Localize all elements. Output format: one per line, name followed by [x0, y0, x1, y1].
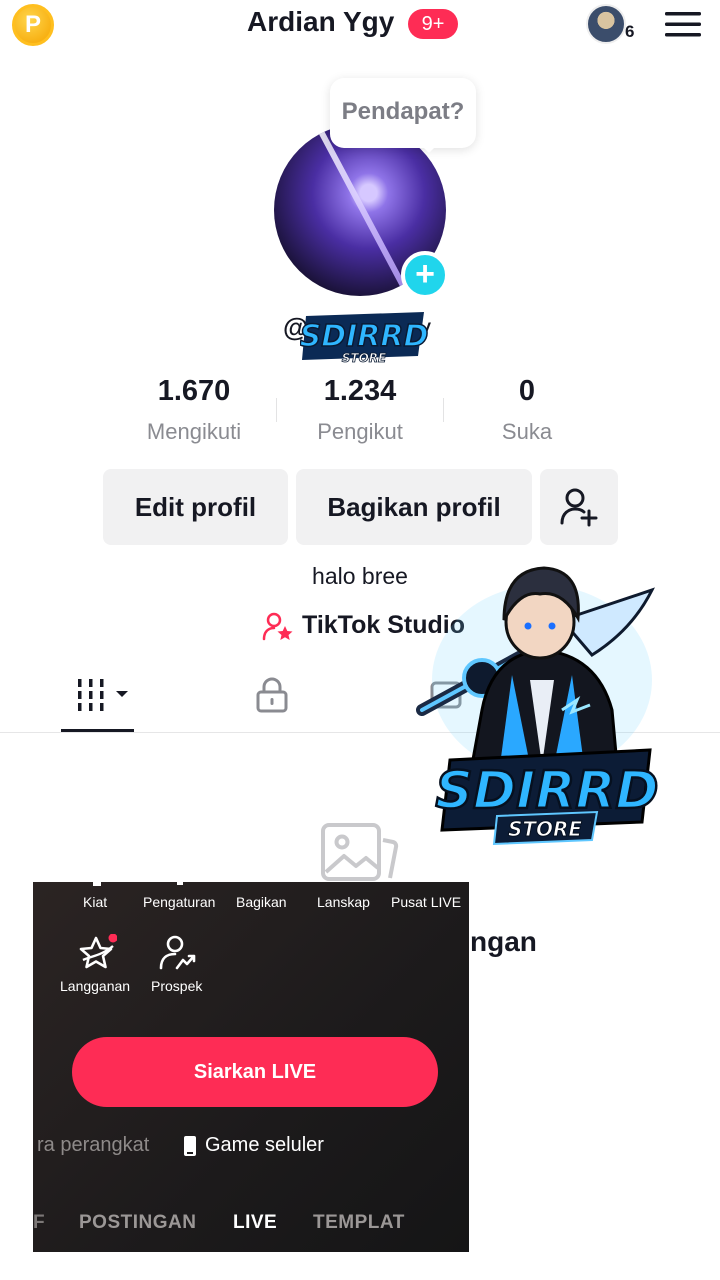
likes-count: 0: [518, 375, 536, 407]
followers-count: 1.234: [323, 375, 397, 407]
logo-subtext: STORE: [342, 351, 387, 365]
mode-device[interactable]: ra perangkat: [37, 1134, 149, 1157]
live-option-prospect[interactable]: Prospek: [151, 978, 202, 994]
hamburger-menu-icon[interactable]: [665, 10, 701, 38]
creator-star-icon: [262, 612, 293, 641]
videos-grid-tab-icon[interactable]: [78, 679, 134, 713]
bottom-tab-partial[interactable]: F: [33, 1212, 45, 1234]
notification-badge: 9+: [408, 9, 458, 39]
edit-profile-button[interactable]: Edit profil: [103, 469, 288, 545]
mode-mobile-game[interactable]: Game seluler: [205, 1134, 324, 1157]
add-user-icon: [560, 488, 598, 527]
followers-label: Pengikut: [317, 419, 403, 444]
prospect-user-icon[interactable]: [157, 934, 197, 974]
profile-title[interactable]: Ardian Ygy: [247, 6, 394, 38]
store-logo: SDIRRD STORE: [300, 312, 428, 365]
coin-icon[interactable]: P: [12, 4, 54, 46]
sticker-text: SDIRRD: [435, 761, 658, 821]
following-count: 1.670: [157, 375, 231, 407]
live-options-panel: Kiat Pengaturan Bagikan Lanskap Pusat LI…: [33, 882, 469, 1252]
bottom-tab-posts[interactable]: POSTINGAN: [79, 1212, 196, 1234]
live-option-live-center[interactable]: Pusat LIVE: [391, 894, 461, 910]
bottom-tab-live[interactable]: LIVE: [233, 1212, 277, 1234]
stat-following[interactable]: 1.670 Mengikuti: [109, 375, 279, 445]
sticker-subtext: STORE: [508, 817, 582, 841]
add-friend-button[interactable]: [540, 469, 618, 545]
tooltip-text: Pendapat?: [341, 98, 465, 125]
private-lock-tab-icon[interactable]: [255, 677, 289, 713]
stat-likes[interactable]: 0 Suka: [442, 375, 612, 445]
top-bar: P Ardian Ygy 9+ 6: [0, 0, 720, 50]
go-live-button[interactable]: Siarkan LIVE: [72, 1037, 438, 1107]
live-option-settings[interactable]: Pengaturan: [143, 894, 215, 910]
live-option-landscape[interactable]: Lanskap: [317, 894, 370, 910]
stat-followers[interactable]: 1.234 Pengikut: [275, 375, 445, 445]
panel-top-mark: [177, 882, 183, 885]
add-photo-icon[interactable]: +: [401, 251, 449, 299]
active-tab-indicator: [61, 729, 134, 732]
live-option-subscription[interactable]: Langganan: [60, 978, 130, 994]
live-option-kiat[interactable]: Kiat: [83, 894, 107, 910]
empty-gallery-icon: [321, 823, 399, 881]
mobile-phone-icon: [184, 1136, 196, 1156]
panel-top-mark: [93, 882, 101, 886]
account-avatar[interactable]: [586, 4, 626, 44]
likes-label: Suka: [501, 419, 553, 444]
share-profile-button[interactable]: Bagikan profil: [296, 469, 532, 545]
live-option-share[interactable]: Bagikan: [236, 894, 287, 910]
empty-state-text: ngan: [470, 926, 537, 957]
subscription-star-icon[interactable]: [77, 934, 117, 974]
following-label: Mengikuti: [146, 419, 242, 444]
store-mascot-sticker: SDIRRD STORE: [416, 566, 660, 846]
account-count: 6: [625, 22, 635, 41]
feedback-tooltip[interactable]: Pendapat?: [330, 78, 476, 153]
bottom-tab-templates[interactable]: TEMPLAT: [313, 1212, 405, 1234]
logo-text: SDIRRD: [300, 319, 428, 354]
coin-letter: P: [24, 11, 41, 38]
